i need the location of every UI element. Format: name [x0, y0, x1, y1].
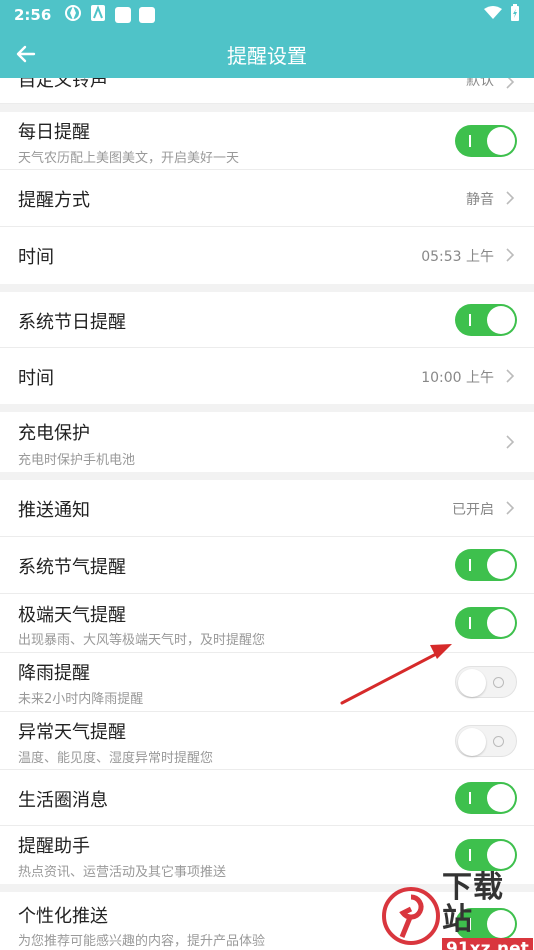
solar-term-toggle[interactable]	[455, 549, 517, 581]
row-subtitle: 出现暴雨、大风等极端天气时，及时提醒您	[18, 633, 266, 648]
row-subtitle: 未来2小时内降雨提醒	[18, 692, 144, 707]
row-subtitle: 热点资讯、运营活动及其它事项推送	[18, 865, 227, 880]
chevron-right-icon	[506, 369, 515, 383]
back-button[interactable]	[10, 38, 42, 70]
watermark: 下载站 91xz.net	[382, 872, 533, 950]
row-label: 降雨提醒	[18, 663, 90, 684]
section-gap	[0, 404, 534, 412]
row-subtitle: 为您推荐可能感兴趣的内容，提升产品体验	[18, 934, 266, 949]
section-gap	[0, 284, 534, 292]
row-label: 提醒方式	[18, 190, 90, 211]
row-value: 默认	[466, 78, 494, 89]
settings-row-holiday-reminder: 系统节日提醒	[0, 292, 534, 348]
page-title: 提醒设置	[227, 43, 307, 68]
section-gap	[0, 472, 534, 480]
settings-row-daily-time[interactable]: 时间 05:53 上午	[0, 227, 534, 284]
row-label: 自定义铃声	[18, 78, 108, 91]
settings-row-solar-term: 系统节气提醒	[0, 537, 534, 594]
row-subtitle: 天气农历配上美图美文，开启美好一天	[18, 151, 240, 166]
settings-row-abnormal-weather: 异常天气提醒 温度、能见度、湿度异常时提醒您	[0, 712, 534, 770]
row-label: 充电保护	[18, 423, 90, 444]
chevron-right-icon	[506, 435, 515, 449]
app-bar: 提醒设置	[0, 30, 534, 78]
watermark-text: 下载站	[442, 870, 504, 937]
chevron-right-icon	[506, 191, 515, 205]
settings-row-holiday-time[interactable]: 时间 10:00 上午	[0, 348, 534, 404]
settings-row-life-circle: 生活圈消息	[0, 770, 534, 826]
abnormal-weather-toggle[interactable]	[455, 725, 517, 757]
chevron-right-icon	[506, 78, 515, 89]
square-icon	[139, 7, 156, 23]
row-value: 10:00 上午	[421, 370, 494, 386]
settings-row-extreme-weather: 极端天气提醒 出现暴雨、大风等极端天气时，及时提醒您	[0, 594, 534, 653]
row-label: 提醒助手	[18, 836, 90, 857]
chevron-right-icon	[506, 248, 515, 262]
app-a-icon	[91, 5, 106, 25]
life-circle-toggle[interactable]	[455, 782, 517, 814]
arrow-left-icon	[16, 45, 36, 63]
assistant-toggle[interactable]	[455, 839, 517, 871]
settings-row-daily-reminder: 每日提醒 天气农历配上美图美文，开启美好一天	[0, 112, 534, 170]
row-value: 静音	[466, 192, 494, 208]
row-label: 系统节气提醒	[18, 557, 126, 578]
wifi-icon	[484, 6, 502, 24]
daily-reminder-toggle[interactable]	[455, 125, 517, 157]
extreme-weather-toggle[interactable]	[455, 607, 517, 639]
row-label: 时间	[18, 247, 54, 268]
holiday-reminder-toggle[interactable]	[455, 304, 517, 336]
row-label: 生活圈消息	[18, 790, 108, 811]
row-label: 异常天气提醒	[18, 722, 126, 743]
row-subtitle: 充电时保护手机电池	[18, 453, 136, 468]
pinwheel-icon	[65, 5, 82, 25]
settings-row-charge-protect[interactable]: 充电保护 充电时保护手机电池	[0, 412, 534, 472]
row-label: 个性化推送	[18, 906, 108, 927]
row-value: 已开启	[452, 502, 494, 518]
battery-icon	[510, 4, 520, 26]
row-value: 05:53 上午	[421, 249, 494, 265]
row-label: 极端天气提醒	[18, 605, 126, 626]
watermark-url: 91xz.net	[442, 938, 533, 950]
rain-reminder-toggle[interactable]	[455, 666, 517, 698]
chevron-right-icon	[506, 501, 515, 515]
status-bar: 2:56	[0, 0, 534, 30]
settings-row-rain-reminder: 降雨提醒 未来2小时内降雨提醒	[0, 653, 534, 712]
row-label: 时间	[18, 368, 54, 389]
watermark-logo-icon	[382, 885, 440, 947]
settings-row-reminder-mode[interactable]: 提醒方式 静音	[0, 170, 534, 227]
square-icon	[115, 7, 132, 23]
row-label: 每日提醒	[18, 122, 90, 143]
row-label: 系统节日提醒	[18, 312, 126, 333]
settings-row-custom-ringtone[interactable]: 自定义铃声 默认	[0, 78, 534, 104]
row-label: 推送通知	[18, 500, 90, 521]
section-gap	[0, 104, 534, 112]
settings-row-push-notify[interactable]: 推送通知 已开启	[0, 480, 534, 537]
row-subtitle: 温度、能见度、湿度异常时提醒您	[18, 751, 214, 766]
settings-list: 自定义铃声 默认 每日提醒 天气农历配上美图美文，开启美好一天 提醒方式 静音 …	[0, 78, 534, 950]
status-time: 2:56	[14, 6, 52, 24]
